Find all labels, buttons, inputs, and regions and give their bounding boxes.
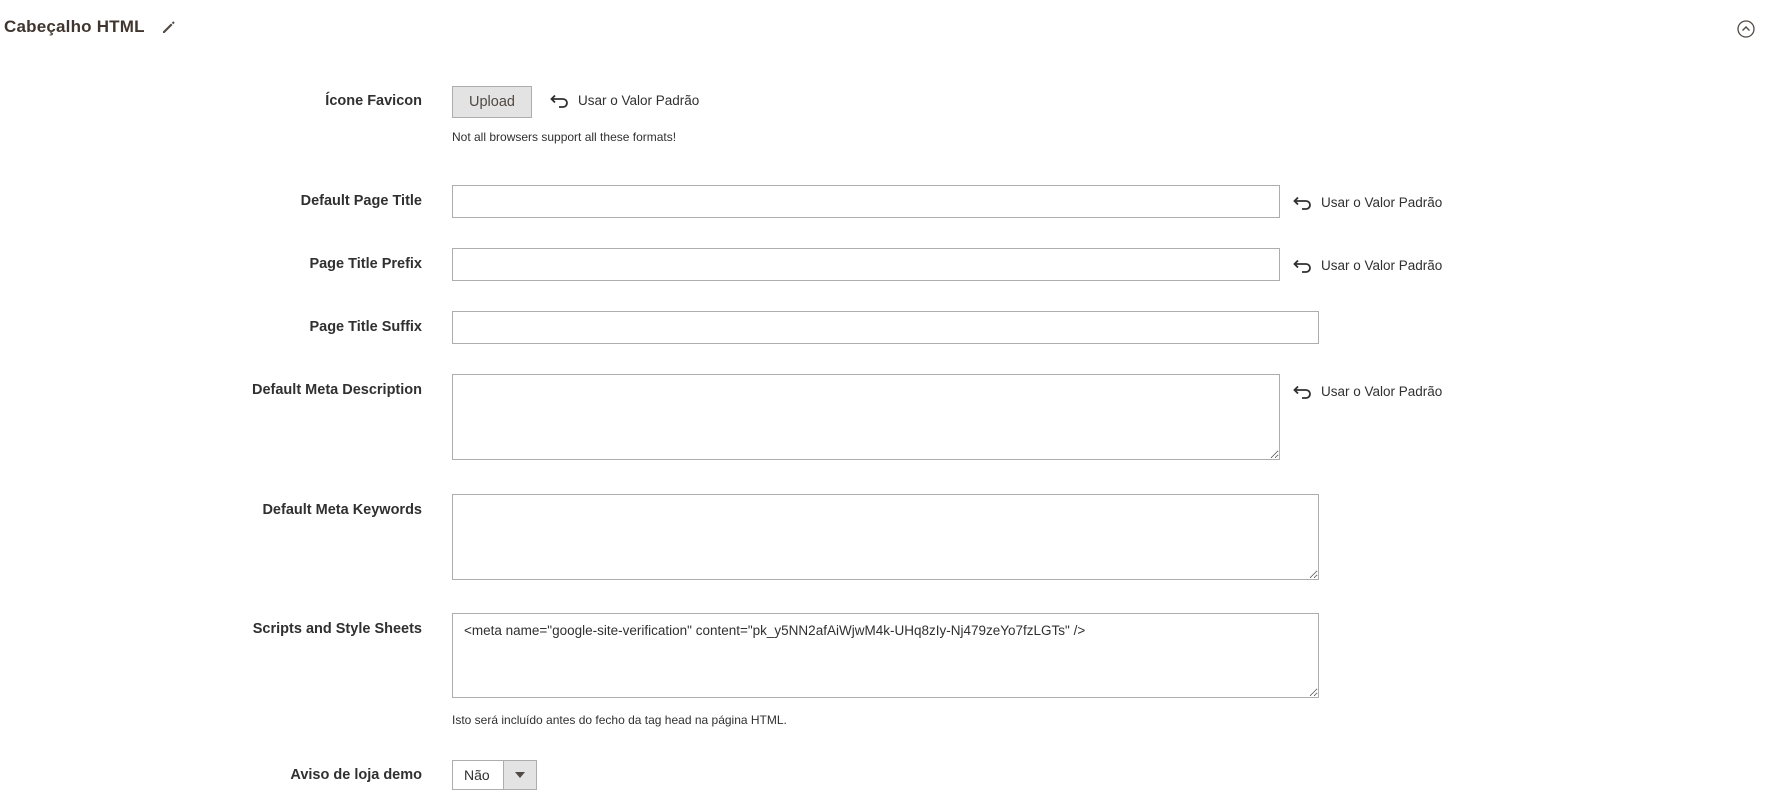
undo-arrow-icon — [1293, 259, 1311, 273]
use-default-label: Usar o Valor Padrão — [1321, 384, 1443, 399]
triangle-down-icon — [503, 761, 536, 789]
default-meta-description-label: Default Meta Description — [252, 382, 422, 398]
default-meta-keywords-label: Default Meta Keywords — [262, 502, 422, 518]
chevron-up-circle-icon[interactable] — [1737, 20, 1755, 38]
page-title-suffix-label: Page Title Suffix — [309, 319, 422, 335]
section-title: Cabeçalho HTML — [4, 17, 145, 36]
use-default-label: Usar o Valor Padrão — [578, 93, 700, 108]
favicon-label: Ícone Favicon — [325, 93, 422, 109]
page-title-prefix-input[interactable] — [452, 248, 1280, 281]
favicon-use-default[interactable]: Usar o Valor Padrão — [550, 93, 699, 108]
upload-button[interactable]: Upload — [452, 86, 532, 118]
demo-notice-select[interactable]: Não — [452, 760, 537, 790]
default-page-title-input[interactable] — [452, 185, 1280, 218]
use-default-label: Usar o Valor Padrão — [1321, 195, 1443, 210]
undo-arrow-icon — [1293, 385, 1311, 399]
default-page-title-use-default[interactable]: Usar o Valor Padrão — [1293, 195, 1442, 210]
default-meta-keywords-textarea[interactable] — [452, 494, 1319, 580]
page-title-suffix-input[interactable] — [452, 311, 1319, 344]
demo-notice-label: Aviso de loja demo — [290, 767, 422, 783]
default-page-title-label: Default Page Title — [300, 193, 422, 209]
favicon-note: Not all browsers support all these forma… — [452, 130, 677, 144]
pencil-icon[interactable] — [161, 19, 177, 35]
undo-arrow-icon — [1293, 196, 1311, 210]
page-title-prefix-use-default[interactable]: Usar o Valor Padrão — [1293, 258, 1442, 273]
scripts-and-styles-label: Scripts and Style Sheets — [252, 621, 422, 637]
scripts-note: Isto será incluído antes do fecho da tag… — [452, 713, 787, 727]
default-meta-description-use-default[interactable]: Usar o Valor Padrão — [1293, 384, 1442, 399]
demo-notice-value: Não — [464, 767, 490, 783]
page-title-prefix-label: Page Title Prefix — [309, 256, 422, 272]
section-header[interactable]: Cabeçalho HTML — [4, 14, 177, 40]
scripts-and-styles-textarea[interactable]: <meta name="google-site-verification" co… — [452, 613, 1319, 698]
undo-arrow-icon — [550, 94, 568, 108]
default-meta-description-textarea[interactable] — [452, 374, 1280, 460]
use-default-label: Usar o Valor Padrão — [1321, 258, 1443, 273]
